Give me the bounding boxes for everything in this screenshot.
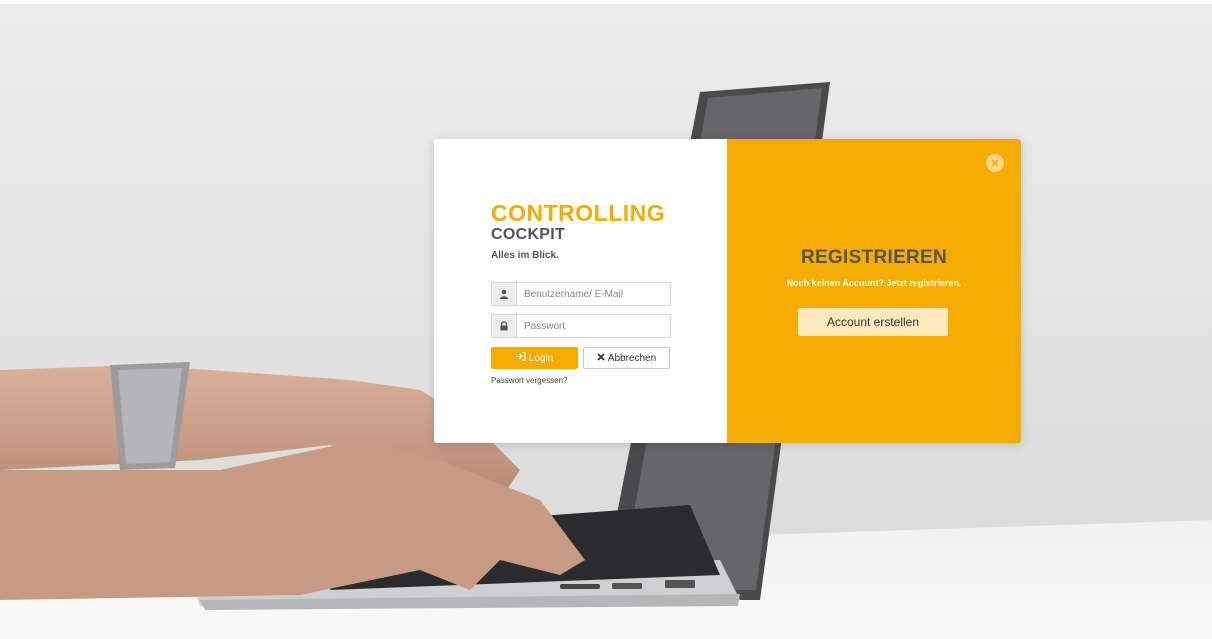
- close-circle-icon[interactable]: [986, 154, 1004, 172]
- register-subtitle: Noch keinen Account? Jetzt registrieren.: [786, 278, 962, 288]
- login-button-label: Login: [528, 352, 554, 364]
- user-icon: [492, 283, 517, 305]
- brand-title: CONTROLLING: [491, 200, 666, 226]
- username-input[interactable]: [517, 283, 670, 305]
- forgot-password-link[interactable]: Passwort vergessen?: [491, 376, 567, 385]
- brand-tagline: Alles im Blick.: [491, 250, 559, 261]
- brand-subtitle: COCKPIT: [491, 226, 566, 243]
- register-panel: REGISTRIEREN Noch keinen Account? Jetzt …: [727, 139, 1021, 443]
- login-modal: CONTROLLING COCKPIT Alles im Blick. Benu…: [434, 139, 1021, 443]
- sign-in-icon: [516, 352, 526, 364]
- password-field: [491, 314, 671, 338]
- password-input[interactable]: [517, 315, 670, 337]
- cancel-button-label: Abbrechen: [607, 352, 657, 364]
- register-title: REGISTRIEREN: [800, 247, 948, 268]
- lock-icon: [492, 315, 517, 337]
- login-page: CONTROLLING COCKPIT Alles im Blick. Benu…: [0, 0, 1212, 639]
- times-icon: [597, 352, 605, 364]
- login-button[interactable]: Login: [491, 347, 578, 369]
- cancel-button[interactable]: Abbrechen: [583, 347, 670, 369]
- login-panel: CONTROLLING COCKPIT Alles im Blick. Benu…: [434, 139, 727, 443]
- username-field: [491, 282, 671, 306]
- create-account-button[interactable]: Account erstellen: [798, 308, 948, 336]
